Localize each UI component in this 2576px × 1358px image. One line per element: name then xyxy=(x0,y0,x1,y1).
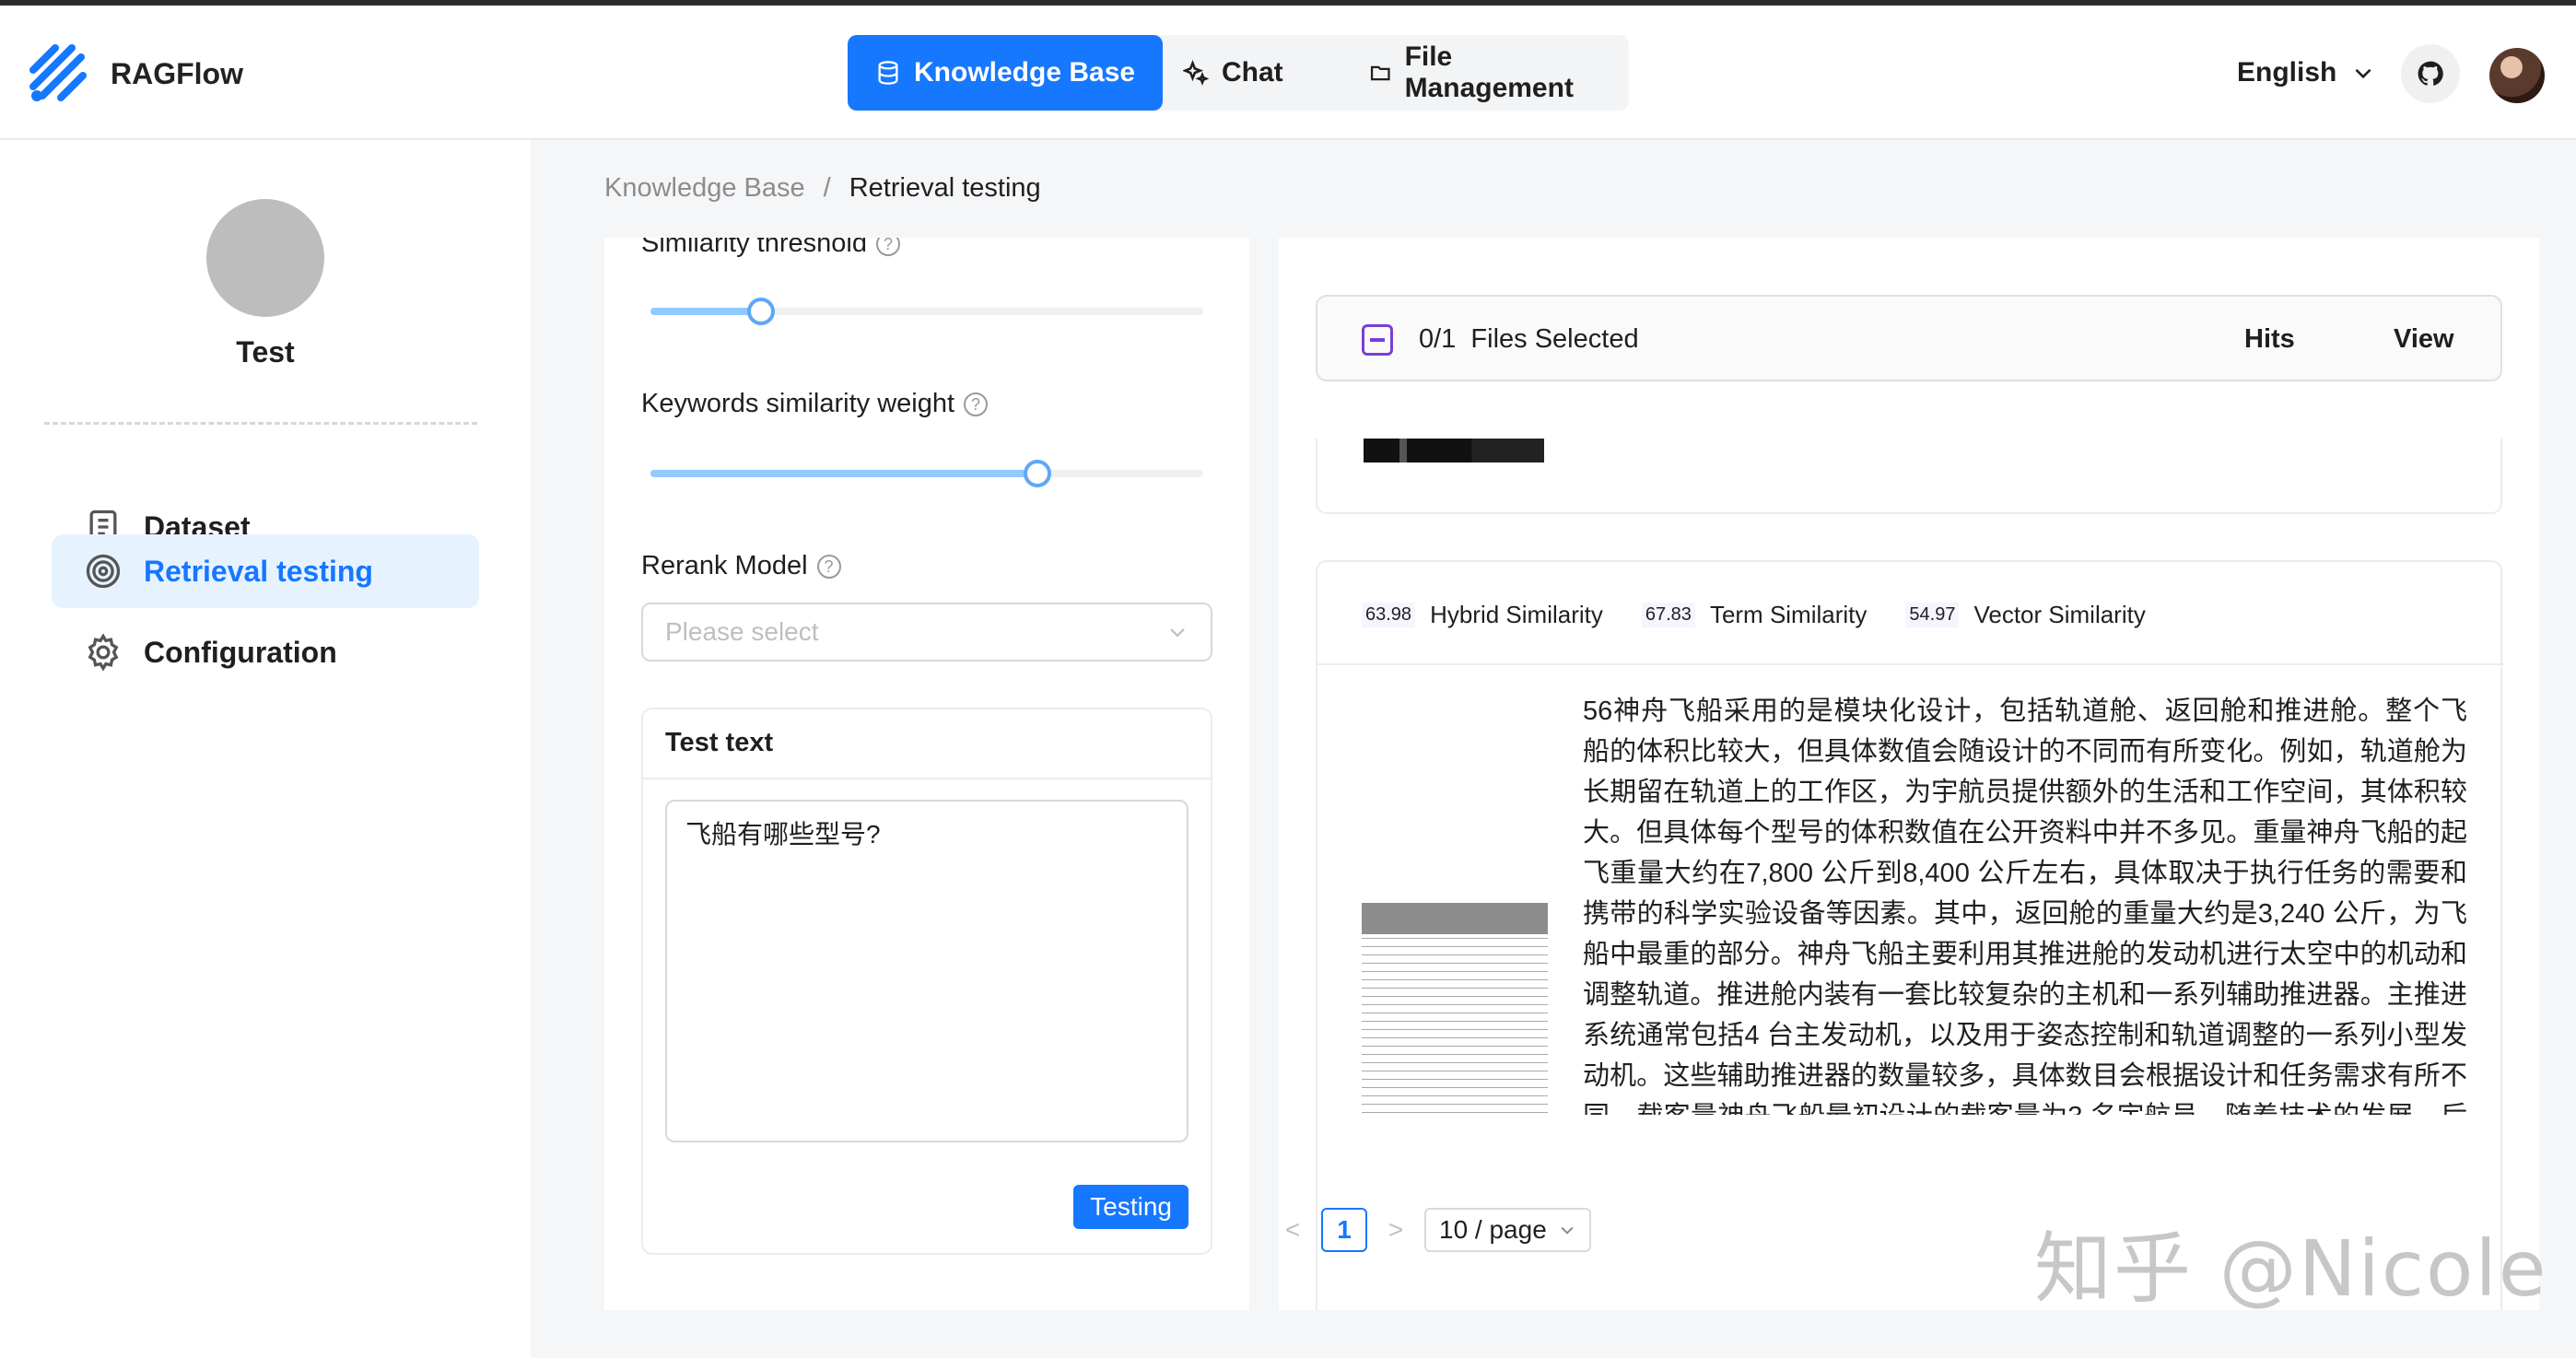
page-size-label: 10 / page xyxy=(1439,1215,1547,1244)
github-icon xyxy=(2418,61,2443,86)
gear-icon xyxy=(88,633,119,672)
test-text-input[interactable]: 飞船有哪些型号? xyxy=(665,800,1188,1142)
select-all-checkbox[interactable] xyxy=(1362,324,1393,356)
chunk-thumbnail[interactable] xyxy=(1364,439,1544,462)
user-avatar[interactable] xyxy=(2489,48,2545,103)
sidebar: Test Dataset Retrieval testing Configura… xyxy=(0,140,531,1358)
field-label-text: Rerank Model xyxy=(641,551,808,580)
rerank-model-select[interactable]: Please select xyxy=(641,603,1212,661)
nav-chat[interactable]: Chat xyxy=(1155,35,1311,111)
keywords-weight-slider[interactable] xyxy=(650,460,1203,487)
sidebar-divider xyxy=(44,422,477,425)
chevron-down-icon xyxy=(1561,1226,1574,1235)
slider-fill xyxy=(650,470,1037,477)
rerank-model-label: Rerank Model ? xyxy=(641,551,841,581)
hybrid-label: Hybrid Similarity xyxy=(1430,601,1603,628)
help-icon[interactable]: ? xyxy=(964,392,989,416)
prev-page-button[interactable]: < xyxy=(1279,1215,1306,1245)
similarity-threshold-slider[interactable] xyxy=(650,298,1203,325)
files-selected-bar: 0/1 Files Selected Hits View xyxy=(1316,295,2502,381)
card-title: Test text xyxy=(643,709,1211,779)
breadcrumb-root[interactable]: Knowledge Base xyxy=(604,173,805,204)
page-1-button[interactable]: 1 xyxy=(1321,1208,1367,1252)
breadcrumb-separator: / xyxy=(823,173,831,203)
sidebar-item-configuration[interactable]: Configuration xyxy=(52,615,479,689)
files-selected-text: 0/1 Files Selected xyxy=(1419,324,1639,354)
slider-handle[interactable] xyxy=(747,298,775,325)
language-label: English xyxy=(2237,57,2337,88)
folder-icon xyxy=(1370,65,1390,81)
testing-button[interactable]: Testing xyxy=(1073,1185,1188,1229)
next-page-button[interactable]: > xyxy=(1382,1215,1410,1245)
nav-file-management[interactable]: File Management xyxy=(1341,35,1629,111)
slider-fill xyxy=(650,308,761,315)
breadcrumb: Knowledge Base / Retrieval testing xyxy=(604,173,1041,204)
help-icon[interactable]: ? xyxy=(875,238,900,256)
sparkle-icon xyxy=(1183,60,1209,86)
main-nav: Knowledge Base Chat File Management xyxy=(848,35,1629,111)
term-label: Term Similarity xyxy=(1709,601,1868,628)
app-header: RAGFlow Knowledge Base Chat File Managem… xyxy=(0,6,2576,140)
database-icon xyxy=(878,61,898,85)
watermark: 知乎 @Nicole xyxy=(2034,1223,2548,1314)
similarity-threshold-label: Similarity threshold ? xyxy=(641,238,900,259)
nav-label: Chat xyxy=(1222,57,1283,88)
page-size-select[interactable]: 10 / page xyxy=(1424,1208,1591,1252)
brand-name: RAGFlow xyxy=(111,57,243,90)
ragflow-logo xyxy=(29,44,87,101)
language-select[interactable]: English xyxy=(2237,57,2375,88)
target-icon xyxy=(86,554,121,589)
knowledge-base-avatar xyxy=(206,199,324,317)
nav-label: File Management xyxy=(1404,41,1574,103)
chunk-card: 63.98 Hybrid Similarity 67.83 Term Simil… xyxy=(1316,560,2504,1310)
field-label-text: Similarity threshold xyxy=(641,238,867,258)
keywords-weight-label: Keywords similarity weight ? xyxy=(641,389,989,419)
sidebar-item-label: Retrieval testing xyxy=(144,554,373,588)
hybrid-score: 63.98 xyxy=(1362,603,1416,627)
chunk-text: 56神舟飞船采用的是模块化设计，包括轨道舱、返回舱和推进舱。整个飞船的体积比较大… xyxy=(1583,697,2467,1115)
field-label-text: Keywords similarity weight xyxy=(641,389,955,418)
results-panel: 0/1 Files Selected Hits View 63.98 Hybri… xyxy=(1279,238,2539,1310)
previous-chunk-card xyxy=(1316,439,2502,514)
vector-label: Vector Similarity xyxy=(1973,601,2146,628)
similarity-row: 63.98 Hybrid Similarity 67.83 Term Simil… xyxy=(1362,601,2146,629)
term-score: 67.83 xyxy=(1641,603,1695,627)
pagination: < 1 > 10 / page xyxy=(1279,1207,1591,1253)
hits-tab[interactable]: Hits xyxy=(2244,324,2295,355)
nav-knowledge-base[interactable]: Knowledge Base xyxy=(848,35,1164,111)
chevron-down-icon xyxy=(1170,628,1185,638)
chunk-content: 63.98 Hybrid Similarity 67.83 Term Simil… xyxy=(1317,562,2504,1115)
github-button[interactable] xyxy=(2401,44,2460,103)
slider-handle[interactable] xyxy=(1024,460,1051,487)
retrieval-settings-panel: Similarity threshold ? Keywords similari… xyxy=(604,238,1249,1310)
chevron-down-icon xyxy=(2355,68,2371,79)
vector-score: 54.97 xyxy=(1905,603,1960,627)
help-icon[interactable]: ? xyxy=(816,554,841,579)
view-tab[interactable]: View xyxy=(2394,324,2454,355)
knowledge-base-name: Test xyxy=(236,335,295,369)
sidebar-item-label: Configuration xyxy=(144,635,337,669)
nav-label: Knowledge Base xyxy=(914,57,1136,88)
document-thumbnail[interactable] xyxy=(1362,903,1548,1115)
test-text-card: Test text 飞船有哪些型号? Testing xyxy=(641,708,1212,1255)
sidebar-item-retrieval-testing[interactable]: Retrieval testing xyxy=(52,534,479,608)
select-placeholder: Please select xyxy=(665,617,819,646)
breadcrumb-current: Retrieval testing xyxy=(849,173,1041,203)
chunk-divider xyxy=(1317,663,2504,665)
